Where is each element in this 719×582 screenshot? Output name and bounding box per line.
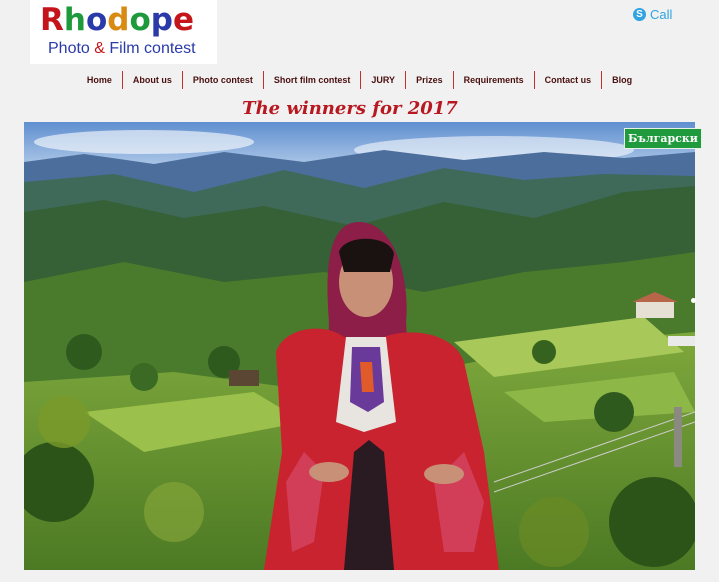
logo-letter-7: e [172,2,195,38]
site-logo[interactable]: Rhodope Photo & Film contest [30,0,217,64]
nav-short-film-contest[interactable]: Short film contest [262,71,361,89]
nav-about-us[interactable]: About us [121,71,182,89]
nav-requirements[interactable]: Requirements [452,71,534,89]
language-switch-button[interactable]: Български [624,128,702,149]
logo-letter-3: o [85,2,108,38]
nav-contact-us[interactable]: Contact us [533,71,602,89]
call-label: Call [650,7,673,22]
logo-letter-5: o [129,2,151,38]
call-link[interactable]: S Call [633,7,672,22]
main-nav: Home About us Photo contest Short film c… [0,70,719,90]
nav-home[interactable]: Home [77,71,122,89]
winner-photo[interactable] [24,122,695,570]
logo-wordmark: Rhodope [40,2,194,38]
logo-letter-1: R [40,2,64,38]
nav-prizes[interactable]: Prizes [405,71,453,89]
photo-illustration [24,122,695,570]
logo-letter-4: d [107,2,130,38]
logo-letter-6: p [150,2,173,38]
logo-letter-2: h [63,2,86,38]
page-headline: The winners for 2017 [242,98,458,119]
skype-icon: S [633,8,646,21]
logo-subtitle: Photo & Film contest [48,40,196,57]
nav-blog[interactable]: Blog [601,71,642,89]
nav-jury[interactable]: JURY [360,71,405,89]
slideshow-dot[interactable] [691,298,696,303]
nav-photo-contest[interactable]: Photo contest [181,71,263,89]
